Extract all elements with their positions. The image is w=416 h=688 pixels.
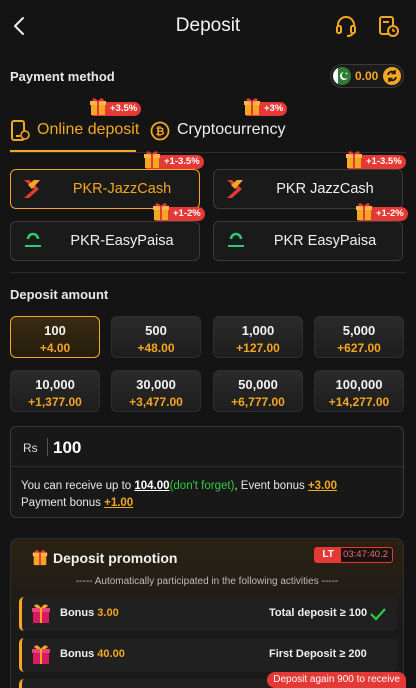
timer-value: 03:47:40.2 (343, 549, 388, 560)
balance-amount: 0.00 (355, 69, 379, 83)
bonus-badge: +1-2% (356, 203, 408, 221)
bonus-condition: Total deposit ≥ 100 (269, 607, 368, 619)
amount-input-box: Rs You can receive up to 104.00(don't fo… (10, 426, 405, 518)
amount-bonus: +3,477.00 (129, 395, 183, 409)
history-icon[interactable] (376, 14, 400, 38)
channel-pkr-easypaisa-2[interactable]: PKR EasyPaisa (213, 221, 403, 261)
gift-icon (244, 98, 260, 115)
divider (10, 272, 406, 273)
amount-value: 1,000 (241, 323, 275, 338)
deposit-again-badge: Deposit again 900 to receive (267, 672, 406, 688)
promotion-title: Deposit promotion (53, 550, 178, 566)
check-icon (370, 608, 386, 621)
amount-option-500[interactable]: 500 +48.00 (111, 316, 201, 358)
gift-icon (32, 604, 50, 623)
channel-pkr-jazzcash[interactable]: PKR-JazzCash (10, 169, 200, 209)
refresh-icon[interactable] (383, 67, 401, 85)
payment-tabs: Online deposit +3.5% ₿ Cryptocurrency +3… (0, 98, 416, 154)
gift-icon (90, 98, 106, 115)
amount-option-50000[interactable]: 50,000 +6,777.00 (213, 370, 303, 412)
amount-value: 500 (145, 323, 167, 338)
amount-value: 5,000 (342, 323, 376, 338)
bonus-badge: +3% (244, 98, 288, 116)
amount-value: 100,000 (335, 377, 383, 392)
bonus-badge: +1-3.5% (346, 151, 406, 169)
promotion-subtitle: ----- Automatically participated in the … (75, 576, 339, 587)
promotion-row: Bonus 3.00 Total deposit ≥ 100 (19, 597, 397, 631)
amount-option-1000[interactable]: 1,000 +127.00 (213, 316, 303, 358)
amount-value: 50,000 (238, 377, 278, 392)
balance-pill[interactable]: 0.00 (330, 64, 404, 88)
gift-icon (346, 151, 362, 168)
amount-bonus: +48.00 (137, 341, 175, 355)
phone-icon (11, 120, 30, 141)
tab-label: Online deposit (37, 121, 140, 138)
deposit-promotion-card: Deposit promotion LT 03:47:40.2 ----- Au… (10, 538, 404, 688)
bitcoin-icon: ₿ (150, 121, 170, 141)
amount-value: 100 (44, 323, 66, 338)
gift-icon (30, 684, 52, 688)
payment-method-title: Payment method (10, 69, 115, 84)
receive-amount: 104.00 (134, 480, 170, 492)
headset-icon[interactable] (334, 14, 358, 38)
amount-option-10000[interactable]: 10,000 +1,377.00 (10, 370, 100, 412)
channel-name: PKR-EasyPaisa (70, 233, 174, 249)
jazzcash-logo-icon (227, 180, 243, 198)
divider (47, 438, 48, 456)
amount-option-5000[interactable]: 5,000 +627.00 (314, 316, 404, 358)
amount-bonus: +1,377.00 (28, 395, 82, 409)
countdown-timer: LT 03:47:40.2 (314, 547, 393, 563)
tab-online-deposit[interactable]: Online deposit (10, 112, 140, 152)
bonus-condition: First Deposit ≥ 200 (269, 648, 367, 660)
bonus-badge: +1-2% (153, 203, 205, 221)
jazzcash-logo-icon (24, 180, 40, 198)
channel-name: PKR JazzCash (276, 181, 374, 197)
amount-option-100[interactable]: 100 +4.00 (10, 316, 100, 358)
gift-icon (153, 203, 169, 220)
bonus-badge: +1-3.5% (144, 151, 204, 169)
amount-input[interactable] (53, 435, 383, 461)
header: Deposit (0, 0, 416, 54)
channel-name: PKR EasyPaisa (273, 233, 377, 249)
channel-pkr-easypaisa[interactable]: PKR-EasyPaisa (10, 221, 200, 261)
tab-label: Cryptocurrency (177, 121, 286, 138)
bonus-label: Bonus (60, 648, 95, 660)
gift-icon (32, 645, 50, 664)
event-bonus: +3.00 (307, 480, 338, 492)
lt-label: LT (315, 547, 342, 563)
amount-value: 10,000 (35, 377, 75, 392)
promotion-row: Bonus 40.00 First Deposit ≥ 200 (19, 638, 397, 672)
dont-forget-note: (don't forget) (169, 480, 235, 492)
amount-option-30000[interactable]: 30,000 +3,477.00 (111, 370, 201, 412)
tab-cryptocurrency[interactable]: ₿ Cryptocurrency (150, 112, 290, 152)
bonus-value: 3.00 (97, 607, 119, 619)
svg-text:₿: ₿ (156, 125, 165, 138)
bonus-label: Bonus (60, 607, 95, 619)
gift-icon (144, 151, 160, 168)
bonus-value: 40.00 (97, 648, 125, 660)
amount-bonus: +6,777.00 (231, 395, 285, 409)
easypaisa-logo-icon (25, 232, 41, 247)
payment-bonus: +1.00 (104, 497, 134, 509)
amount-option-100000[interactable]: 100,000 +14,277.00 (314, 370, 404, 412)
deposit-amount-title: Deposit amount (10, 287, 109, 302)
pakistan-flag-icon (333, 67, 351, 85)
channel-pkr-jazzcash-2[interactable]: PKR JazzCash (213, 169, 403, 209)
bonus-badge: +3.5% (90, 98, 142, 116)
currency-label: Rs (23, 441, 38, 455)
easypaisa-logo-icon (228, 232, 244, 247)
amount-value: 30,000 (136, 377, 176, 392)
receive-info: You can receive up to 104.00(don't forge… (21, 480, 338, 509)
amount-bonus: +627.00 (337, 341, 381, 355)
amount-bonus: +14,277.00 (328, 395, 390, 409)
amount-bonus: +127.00 (236, 341, 280, 355)
gift-icon (356, 203, 372, 220)
amount-input-row: Rs (11, 427, 405, 467)
amount-bonus: +4.00 (39, 341, 71, 355)
gift-icon (32, 550, 48, 566)
channel-name: PKR-JazzCash (72, 181, 172, 197)
